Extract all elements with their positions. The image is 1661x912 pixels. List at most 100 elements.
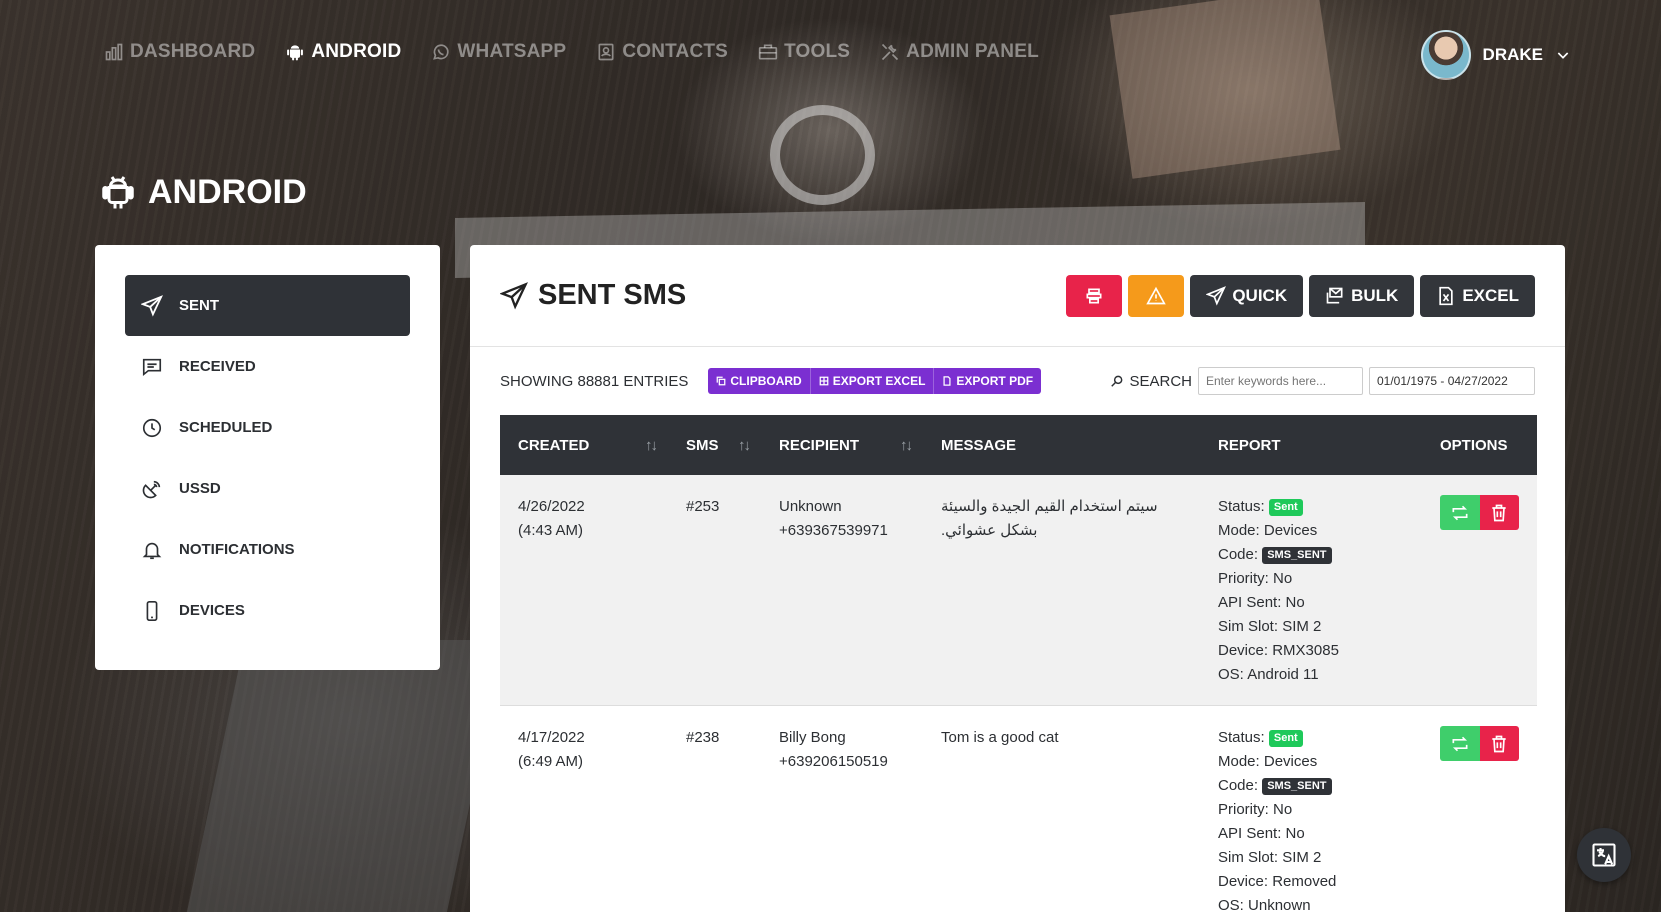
nav-item-dashboard[interactable]: DASHBOARD [104, 41, 255, 63]
send-icon [500, 281, 528, 309]
nav-item-contacts[interactable]: CONTACTS [596, 41, 728, 63]
sidebar-item-label: NOTIFICATIONS [179, 541, 295, 558]
warning-button[interactable] [1128, 274, 1185, 317]
page-title: ANDROID [100, 172, 307, 212]
panel-header: SENT SMS QUICK BULK EXCEL [470, 245, 1565, 347]
excel-button[interactable]: EXCEL [1420, 274, 1535, 317]
report-value: SIM 2 [1282, 618, 1322, 635]
delete-button[interactable] [1479, 726, 1519, 761]
bulk-button[interactable]: BULK [1309, 274, 1415, 317]
top-navigation: DASHBOARD ANDROID WHATSAPP CONTACTS TOOL… [104, 30, 1571, 80]
report-label: OS: [1218, 897, 1244, 912]
user-menu[interactable]: DRAKE [1420, 30, 1571, 80]
column-header-recipient[interactable]: RECIPIENT ↑↓ [761, 415, 923, 475]
translate-button[interactable] [1577, 828, 1631, 882]
briefcase-icon [758, 44, 778, 60]
sidebar-item-label: DEVICES [179, 602, 245, 619]
bar-chart-icon [105, 43, 123, 61]
avatar[interactable] [1420, 30, 1471, 80]
clipboard-button[interactable]: CLIPBOARD [708, 368, 811, 394]
sent-sms-table: CREATED ↑↓ SMS ↑↓ RECIPIENT ↑↓ MESSAGE REPO… [500, 415, 1537, 912]
report-label: Sim Slot: [1218, 618, 1279, 635]
report-label: Code: [1218, 546, 1259, 563]
report-value: Devices [1263, 522, 1318, 539]
column-header-created[interactable]: CREATED ↑↓ [500, 415, 668, 475]
created-time: (4:43 AM) [518, 522, 584, 539]
entries-count: SHOWING 88881 ENTRIES [500, 372, 689, 390]
column-header-sms[interactable]: SMS ↑↓ [668, 415, 761, 475]
search-input[interactable] [1198, 367, 1363, 395]
sidebar-item-sent[interactable]: SENT [125, 275, 410, 336]
report-value: RMX3085 [1272, 642, 1339, 659]
report-label: Status: [1218, 729, 1265, 746]
report-label: Priority: [1218, 570, 1269, 587]
filter-button[interactable] [1066, 274, 1123, 317]
table-row: 4/26/2022 (4:43 AM) #253 Unknown +63936753… [500, 475, 1537, 706]
tools-icon [882, 43, 899, 61]
column-header-label: RECIPIENT [779, 436, 860, 454]
android-icon [102, 176, 134, 209]
sidebar-item-ussd[interactable]: USSD [125, 458, 410, 519]
table-row: 4/17/2022 (6:49 AM) #238 Billy Bong +63920… [500, 705, 1537, 912]
report-value: SIM 2 [1282, 849, 1322, 866]
message-text: Tom is a good cat [941, 729, 1059, 746]
export-excel-button[interactable]: EXPORT EXCEL [811, 368, 935, 394]
created-date: 4/26/2022 [518, 498, 585, 515]
recipient-name: Billy Bong [779, 729, 846, 746]
sidebar-item-label: USSD [179, 480, 221, 497]
sidebar-item-label: RECEIVED [179, 358, 256, 375]
sidebar-item-scheduled[interactable]: SCHEDULED [125, 397, 410, 458]
sidebar-item-devices[interactable]: DEVICES [125, 580, 410, 641]
send-icon [141, 294, 163, 317]
column-header-label: SMS [686, 436, 719, 454]
search-label-text: SEARCH [1129, 372, 1192, 390]
resend-button[interactable] [1440, 495, 1480, 530]
sort-icon[interactable]: ↑↓ [900, 437, 913, 454]
report-value: No [1285, 825, 1305, 842]
report-cell: Status: Sent Mode: Devices Code: SMS_SEN… [1200, 475, 1422, 706]
trash-icon [1492, 504, 1506, 521]
whatsapp-icon [433, 44, 449, 60]
sort-icon[interactable]: ↑↓ [738, 437, 751, 454]
status-badge: Sent [1268, 729, 1303, 747]
repeat-icon [1452, 736, 1468, 751]
file-icon [943, 376, 951, 386]
sort-icon[interactable]: ↑↓ [645, 437, 658, 454]
report-label: Mode: [1218, 753, 1260, 770]
bulk-send-icon [1326, 287, 1343, 303]
export-pdf-button[interactable]: EXPORT PDF [934, 368, 1041, 394]
options-cell [1422, 705, 1537, 912]
recipient-cell: Billy Bong +639206150519 [761, 705, 923, 912]
bulk-button-label: BULK [1351, 285, 1399, 305]
column-header-label: REPORT [1218, 436, 1281, 454]
row-options [1440, 726, 1519, 761]
clipboard-label: CLIPBOARD [730, 374, 802, 388]
nav-item-android[interactable]: ANDROID [285, 41, 401, 63]
delete-button[interactable] [1479, 495, 1519, 530]
copy-icon [717, 376, 726, 386]
export-buttons: CLIPBOARD EXPORT EXCEL EXPORT PDF [708, 368, 1042, 394]
report-value: Unknown [1248, 897, 1311, 912]
created-date: 4/17/2022 [518, 729, 585, 746]
repeat-icon [1452, 505, 1468, 520]
resend-button[interactable] [1440, 726, 1480, 761]
nav-item-label: DASHBOARD [130, 41, 256, 62]
satellite-icon [142, 480, 161, 498]
sms-id-cell: #253 [668, 475, 761, 706]
report-label: API Sent: [1218, 594, 1282, 611]
sidebar-item-notifications[interactable]: NOTIFICATIONS [125, 519, 410, 580]
nav-item-admin-panel[interactable]: ADMIN PANEL [880, 41, 1039, 63]
column-header-options: OPTIONS [1422, 415, 1537, 475]
background-cup [770, 105, 875, 205]
sidebar-item-received[interactable]: RECEIVED [125, 336, 410, 397]
nav-item-whatsapp[interactable]: WHATSAPP [431, 41, 566, 63]
nav-item-tools[interactable]: TOOLS [758, 41, 850, 63]
panel-title: SENT SMS [500, 279, 686, 312]
nav-item-label: WHATSAPP [457, 41, 567, 62]
bell-icon [142, 542, 162, 559]
code-badge: SMS_SENT [1262, 777, 1332, 795]
clock-icon [142, 418, 162, 437]
date-range-input[interactable] [1369, 367, 1535, 395]
quick-button[interactable]: QUICK [1190, 274, 1304, 317]
report-label: Status: [1218, 498, 1265, 515]
